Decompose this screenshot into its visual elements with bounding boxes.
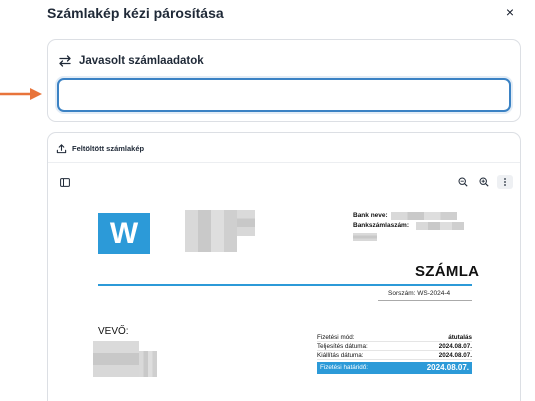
document-viewer: W Bank neve: Bankszámlaszám: SZÁMLA Sors… bbox=[48, 163, 520, 401]
dialog-title: Számlakép kézi párosítása bbox=[47, 5, 224, 21]
invoice-image: W Bank neve: Bankszámlaszám: SZÁMLA Sors… bbox=[48, 163, 520, 401]
serial-rule bbox=[378, 300, 472, 301]
payment-row-value: átutalás bbox=[448, 334, 472, 341]
suggested-data-card: Javasolt számlaadatok bbox=[47, 39, 521, 122]
payment-details-table: Fizetési mód: átutalás Teljesítés dátuma… bbox=[317, 333, 472, 374]
header-rule bbox=[98, 284, 472, 286]
redacted-buyer-info-extra bbox=[139, 351, 157, 377]
swap-arrows-icon bbox=[59, 55, 71, 67]
invoice-title: SZÁMLA bbox=[415, 263, 480, 280]
upload-icon bbox=[56, 144, 67, 154]
redacted-seller-info bbox=[185, 210, 237, 252]
bank-name-label: Bank neve: bbox=[353, 212, 388, 219]
uploaded-invoice-heading: Feltöltött számlakép bbox=[72, 144, 145, 153]
payment-row-label: Kiállítás dátuma: bbox=[317, 352, 364, 359]
redacted-bank-extra bbox=[353, 233, 377, 241]
payment-row-value: 2024.08.07. bbox=[438, 352, 472, 359]
payment-row-label: Teljesítés dátuma: bbox=[317, 343, 368, 350]
suggested-data-heading: Javasolt számlaadatok bbox=[79, 55, 204, 67]
redacted-bank-account bbox=[416, 222, 464, 230]
invoice-serial: Sorszám: WS-2024-4 bbox=[388, 290, 451, 297]
payment-row-label: Fizetési mód: bbox=[317, 334, 355, 341]
payment-row: Kiállítás dátuma: 2024.08.07. bbox=[317, 351, 472, 360]
uploaded-invoice-header: Feltöltött számlakép bbox=[56, 143, 144, 154]
redacted-seller-info-extra bbox=[237, 210, 255, 236]
logo-letter: W bbox=[109, 216, 139, 250]
company-logo: W bbox=[98, 213, 150, 254]
suggested-data-header: Javasolt számlaadatok bbox=[58, 54, 204, 68]
payment-row: Teljesítés dátuma: 2024.08.07. bbox=[317, 342, 472, 351]
due-date-value: 2024.08.07. bbox=[426, 363, 469, 372]
uploaded-invoice-card: Feltöltött számlakép W Bank neve: Banksz… bbox=[47, 132, 521, 401]
payment-row-value: 2024.08.07. bbox=[438, 343, 472, 350]
arrow-right-icon bbox=[0, 88, 42, 100]
buyer-label: VEVŐ: bbox=[98, 326, 129, 337]
suggested-data-input[interactable] bbox=[57, 78, 511, 112]
close-button[interactable]: × bbox=[503, 4, 517, 20]
due-date-label: Fizetési határidő: bbox=[320, 364, 368, 371]
bank-account-label: Bankszámlaszám: bbox=[353, 222, 409, 229]
redacted-buyer-info bbox=[93, 341, 139, 377]
redacted-bank-name bbox=[391, 212, 457, 220]
payment-row: Fizetési mód: átutalás bbox=[317, 333, 472, 342]
due-date-row: Fizetési határidő: 2024.08.07. bbox=[317, 362, 472, 374]
